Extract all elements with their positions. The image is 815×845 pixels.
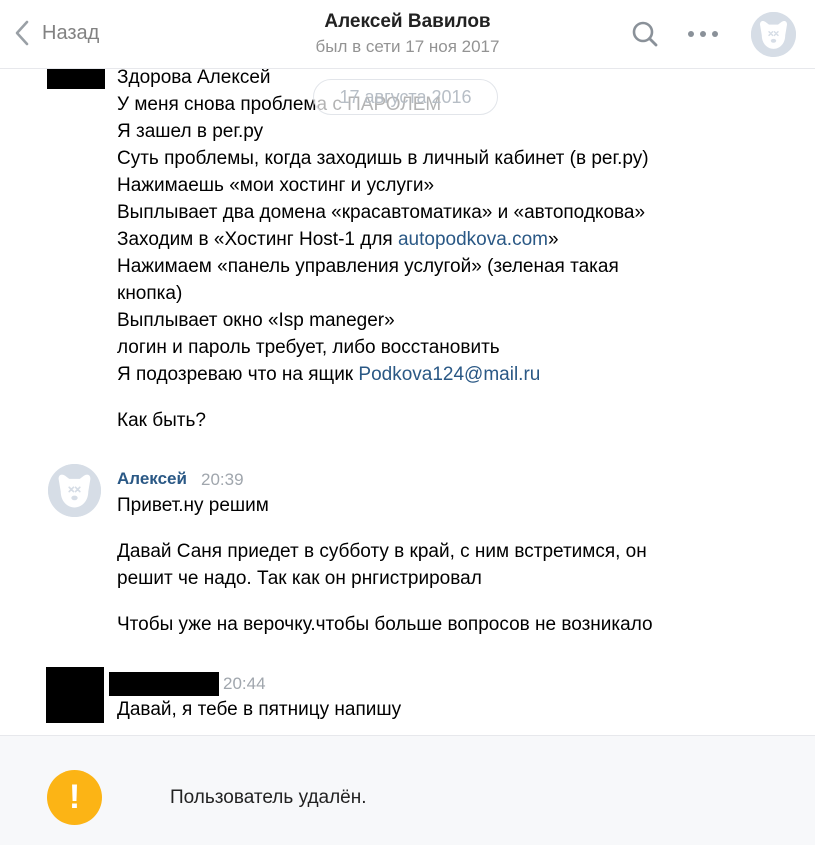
contact-avatar[interactable] [751,12,796,57]
message-body: Давай, я тебе в пятницу напишу [117,696,401,723]
sender-avatar[interactable] [48,464,101,517]
message-time: 20:39 [201,470,244,489]
message-time: 20:44 [223,674,266,693]
message-line: Суть проблемы, когда заходишь в личный к… [117,148,649,169]
message-line: логин и пароль требует, либо восстановит… [117,337,500,358]
search-icon[interactable] [631,20,659,48]
deleted-user-dog-icon [48,464,101,517]
message-line: Чтобы уже на верочку.чтобы больше вопрос… [117,614,653,635]
message-line: Как быть? [117,410,206,431]
date-divider: 17 августа 2016 [313,79,498,115]
chat-header: Назад Алексей Вавилов был в сети 17 ноя … [0,0,815,69]
message-line: Нажимаем «панель управления услугой» (зе… [117,256,619,277]
deleted-user-notice-bar: ! Пользователь удалён. [0,735,815,845]
message-text: Я подозреваю что на ящик [117,364,359,385]
message-text: » [547,229,559,250]
message-line: Давай Саня приедет в субботу в край, с н… [117,541,647,562]
message-body: Привет.ну решим Давай Саня приедет в суб… [117,492,653,638]
message-line: Нажимаешь «мои хостинг и услуги» [117,175,435,196]
more-options-icon[interactable] [686,22,720,46]
message-line: Привет.ну решим [117,495,269,516]
message-line: Выплывает окно «Isp maneger» [117,310,395,331]
message-line: Я зашел в рег.ру [117,121,264,142]
message-line: Заходим в «Хостинг Host-1 для autopodkov… [117,226,649,253]
redacted-sender-name [109,672,219,696]
message-line: кнопка) [117,283,183,304]
message-line: Я подозреваю что на ящик Podkova124@mail… [117,361,649,388]
deleted-user-notice: Пользователь удалён. [170,787,367,808]
email-link[interactable]: Podkova124@mail.ru [358,364,540,385]
message-history[interactable]: Здорова Алексей У меня снова проблема с … [0,69,815,735]
redacted-avatar [46,667,104,723]
message-body: Здорова Алексей У меня снова проблема с … [117,69,649,434]
message-line: Давай, я тебе в пятницу напишу [117,699,402,720]
message-text: Заходим в «Хостинг Host-1 для [117,229,398,250]
domain-link[interactable]: autopodkova.com [398,229,548,250]
deleted-user-dog-icon [751,12,796,57]
sender-name[interactable]: Алексей [117,469,187,489]
warning-icon: ! [47,770,102,825]
message-line: решит че надо. Так как он рнгистрировал [117,568,482,589]
redacted-avatar [47,69,105,89]
message-line: Выплывает два домена «красавтоматика» и … [117,202,646,223]
